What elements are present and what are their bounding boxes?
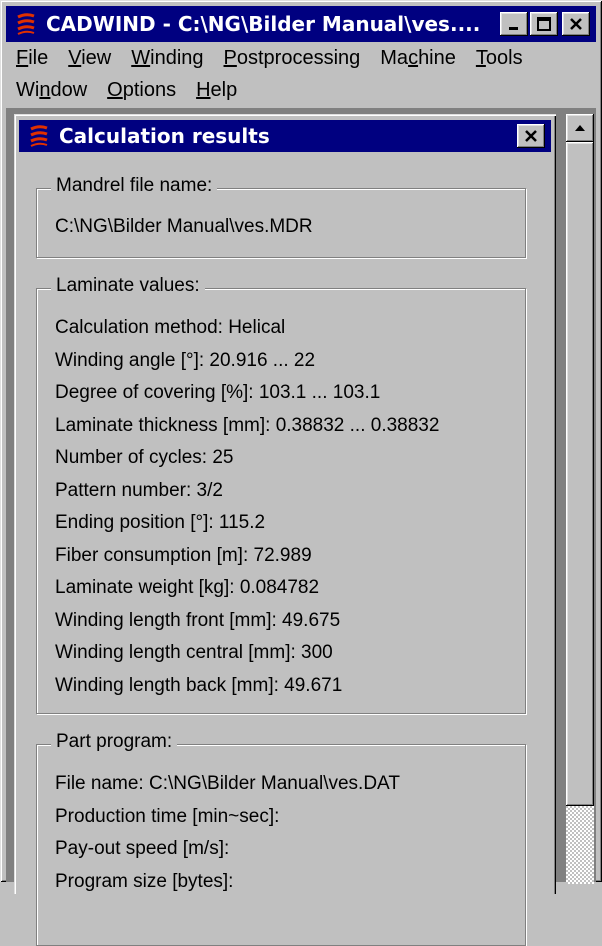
menu-view[interactable]: View: [58, 47, 121, 70]
menu-row-2: Window Options Help: [6, 74, 596, 106]
minimize-icon: [509, 27, 518, 30]
laminate-line: Calculation method: Helical: [55, 317, 286, 338]
menu-view-mnemonic: V: [68, 46, 82, 69]
maximize-icon: [537, 17, 551, 31]
mandrel-group: Mandrel file name: C:\NG\Bilder Manual\v…: [36, 175, 526, 258]
menu-help[interactable]: Help: [186, 79, 247, 102]
laminate-line: Number of cycles: 25: [55, 447, 234, 468]
minimize-button[interactable]: [500, 12, 528, 36]
cadwind-logo-icon: [30, 125, 48, 147]
scroll-track[interactable]: [566, 142, 594, 884]
mandrel-file-value: C:\NG\Bilder Manual\ves.MDR: [55, 216, 313, 237]
part-program-group: Part program: File name: C:\NG\Bilder Ma…: [36, 731, 526, 946]
menu-tools-mnemonic: T: [475, 46, 486, 69]
close-icon: [570, 18, 582, 30]
menu-window-mnemonic: n: [39, 78, 51, 101]
laminate-group: Laminate values: Calculation method: Hel…: [36, 275, 526, 714]
laminate-line: Winding length front [mm]: 49.675: [55, 609, 341, 631]
part-program-line: Production time [min~sec]:: [55, 805, 280, 827]
menu-tools[interactable]: Tools: [466, 47, 533, 70]
menu-machine[interactable]: Machine: [370, 47, 466, 70]
menu-options-mnemonic: O: [107, 78, 123, 101]
maximize-button[interactable]: [530, 12, 558, 36]
part-program-line: File name: C:\NG\Bilder Manual\ves.DAT: [55, 773, 400, 794]
laminate-line: Laminate thickness [mm]: 0.38832 ... 0.3…: [55, 414, 440, 436]
arrow-up-icon: [575, 125, 585, 131]
dialog-title: Calculation results: [59, 124, 270, 148]
menu-postprocessing-label: ostprocessing: [236, 46, 361, 69]
mdi-client-area: Calculation results Mandrel file name: C…: [6, 108, 596, 946]
menu-window[interactable]: Window: [6, 79, 97, 102]
menu-tools-label: ools: [485, 46, 523, 69]
scroll-up-button[interactable]: [566, 114, 594, 142]
laminate-line: Winding angle [°]: 20.916 ... 22: [55, 349, 316, 371]
part-program-line: Pay-out speed [m/s]:: [55, 838, 230, 859]
menu-options[interactable]: Options: [97, 79, 186, 102]
menu-options-label: ptions: [122, 78, 177, 101]
menu-machine-mnemonic: c: [408, 46, 419, 69]
menu-winding-mnemonic: W: [131, 46, 151, 69]
laminate-line: Fiber consumption [m]: 72.989: [55, 544, 312, 566]
calculation-results-window: Calculation results Mandrel file name: C…: [14, 114, 556, 946]
app-title: CADWIND - C:\NG\Bilder Manual\ves....: [46, 12, 481, 36]
close-icon: [525, 130, 537, 142]
app-titlebar[interactable]: CADWIND - C:\NG\Bilder Manual\ves....: [6, 6, 596, 42]
child-close-button[interactable]: [517, 124, 545, 148]
part-program-legend: Part program:: [51, 731, 178, 753]
laminate-line: Degree of covering [%]: 103.1 ... 103.1: [55, 382, 381, 403]
child-titlebar[interactable]: Calculation results: [19, 120, 551, 152]
menu-window-label: dow: [50, 78, 88, 101]
scroll-thumb[interactable]: [566, 142, 594, 806]
laminate-line: Winding length back [mm]: 49.671: [55, 674, 343, 696]
menu-postprocessing-mnemonic: P: [223, 46, 237, 69]
menu-winding-label: inding: [150, 46, 204, 69]
menu-file[interactable]: File: [6, 47, 58, 70]
app-window: CADWIND - C:\NG\Bilder Manual\ves.... Fi…: [0, 0, 602, 946]
menu-bar: File View Winding Postprocessing Machine…: [6, 42, 596, 108]
laminate-line: Laminate weight [kg]: 0.084782: [55, 577, 320, 598]
menu-postprocessing[interactable]: Postprocessing: [214, 47, 371, 70]
menu-winding[interactable]: Winding: [121, 47, 213, 70]
menu-row-1: File View Winding Postprocessing Machine…: [6, 42, 596, 74]
laminate-line: Pattern number: 3/2: [55, 479, 223, 501]
menu-machine-label: hine: [418, 46, 456, 69]
mandrel-legend: Mandrel file name:: [51, 175, 218, 197]
menu-help-mnemonic: H: [196, 78, 211, 101]
menu-machine-prefix: Ma: [380, 46, 409, 69]
menu-view-label: iew: [81, 46, 112, 69]
laminate-legend: Laminate values:: [51, 275, 205, 297]
menu-file-mnemonic: F: [16, 46, 29, 69]
menu-file-label: ile: [28, 46, 49, 69]
laminate-line: Winding length central [mm]: 300: [55, 642, 333, 663]
menu-help-label: elp: [210, 78, 238, 101]
vertical-scrollbar[interactable]: [566, 114, 594, 884]
menu-window-prefix: Wi: [16, 78, 40, 101]
laminate-line: Ending position [°]: 115.2: [55, 512, 266, 533]
cadwind-logo-icon: [17, 13, 35, 35]
close-button[interactable]: [562, 12, 590, 36]
